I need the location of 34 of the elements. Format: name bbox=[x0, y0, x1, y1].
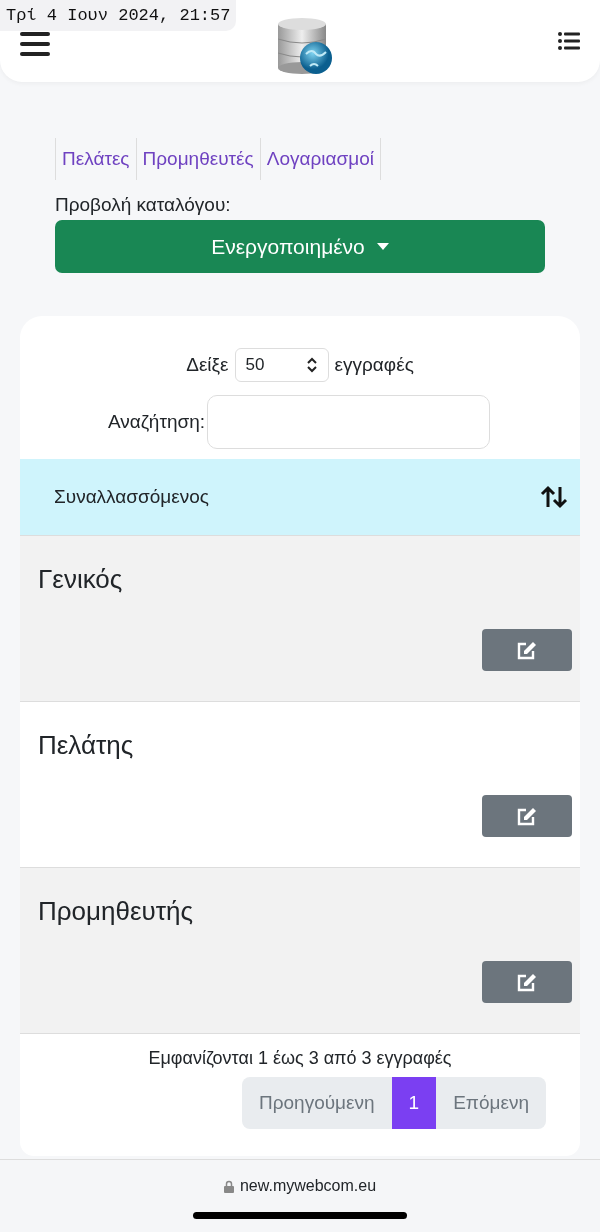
length-label: Δείξε bbox=[186, 354, 229, 376]
row-name: Γενικός bbox=[38, 564, 124, 595]
edit-button[interactable] bbox=[482, 961, 572, 1003]
table-info: Εμφανίζονται 1 έως 3 από 3 εγγραφές bbox=[147, 1048, 453, 1069]
length-label: εγγραφές bbox=[334, 354, 414, 376]
chevron-icon bbox=[305, 357, 318, 373]
url-text[interactable]: new.mywebcom.eu bbox=[239, 1177, 377, 1195]
row-name: Πελάτης bbox=[38, 730, 135, 761]
nav-link[interactable]: Προμηθευτές bbox=[135, 138, 260, 180]
row-name: Προμηθευτής bbox=[38, 896, 194, 927]
page-button[interactable]: Προηγούμενη bbox=[241, 1077, 392, 1129]
nav-link[interactable]: Πελάτες bbox=[55, 138, 136, 180]
catalog-dropdown[interactable]: Ενεργοποιημένο bbox=[55, 220, 545, 273]
caret-icon bbox=[376, 243, 389, 250]
search-field[interactable] bbox=[207, 395, 491, 449]
page-button[interactable]: Επόμενη bbox=[436, 1077, 546, 1129]
lock-icon bbox=[223, 1179, 234, 1193]
edit-icon bbox=[517, 640, 537, 660]
menu-icon[interactable] bbox=[20, 31, 52, 57]
list-icon[interactable] bbox=[558, 32, 580, 50]
search-label: Αναζήτηση: bbox=[108, 411, 206, 433]
sort-icon[interactable] bbox=[540, 485, 568, 509]
edit-button[interactable] bbox=[482, 795, 572, 837]
column-title: Συναλλασσόμενος bbox=[54, 486, 209, 508]
edit-icon bbox=[517, 972, 537, 992]
page-button[interactable]: 1 bbox=[391, 1077, 437, 1129]
status-time: Τρί 4 Ιουν 2024, 21:57 bbox=[0, 0, 237, 31]
nav-link[interactable]: Λογαριασμοί bbox=[259, 138, 381, 180]
length-select[interactable]: 50 bbox=[234, 348, 329, 382]
database-globe-icon[interactable] bbox=[276, 18, 334, 76]
column-header[interactable]: Συναλλασσόμενος bbox=[20, 459, 580, 536]
catalog-label: Προβολή καταλόγου: bbox=[55, 194, 232, 216]
edit-icon bbox=[517, 806, 537, 826]
edit-button[interactable] bbox=[482, 629, 572, 671]
